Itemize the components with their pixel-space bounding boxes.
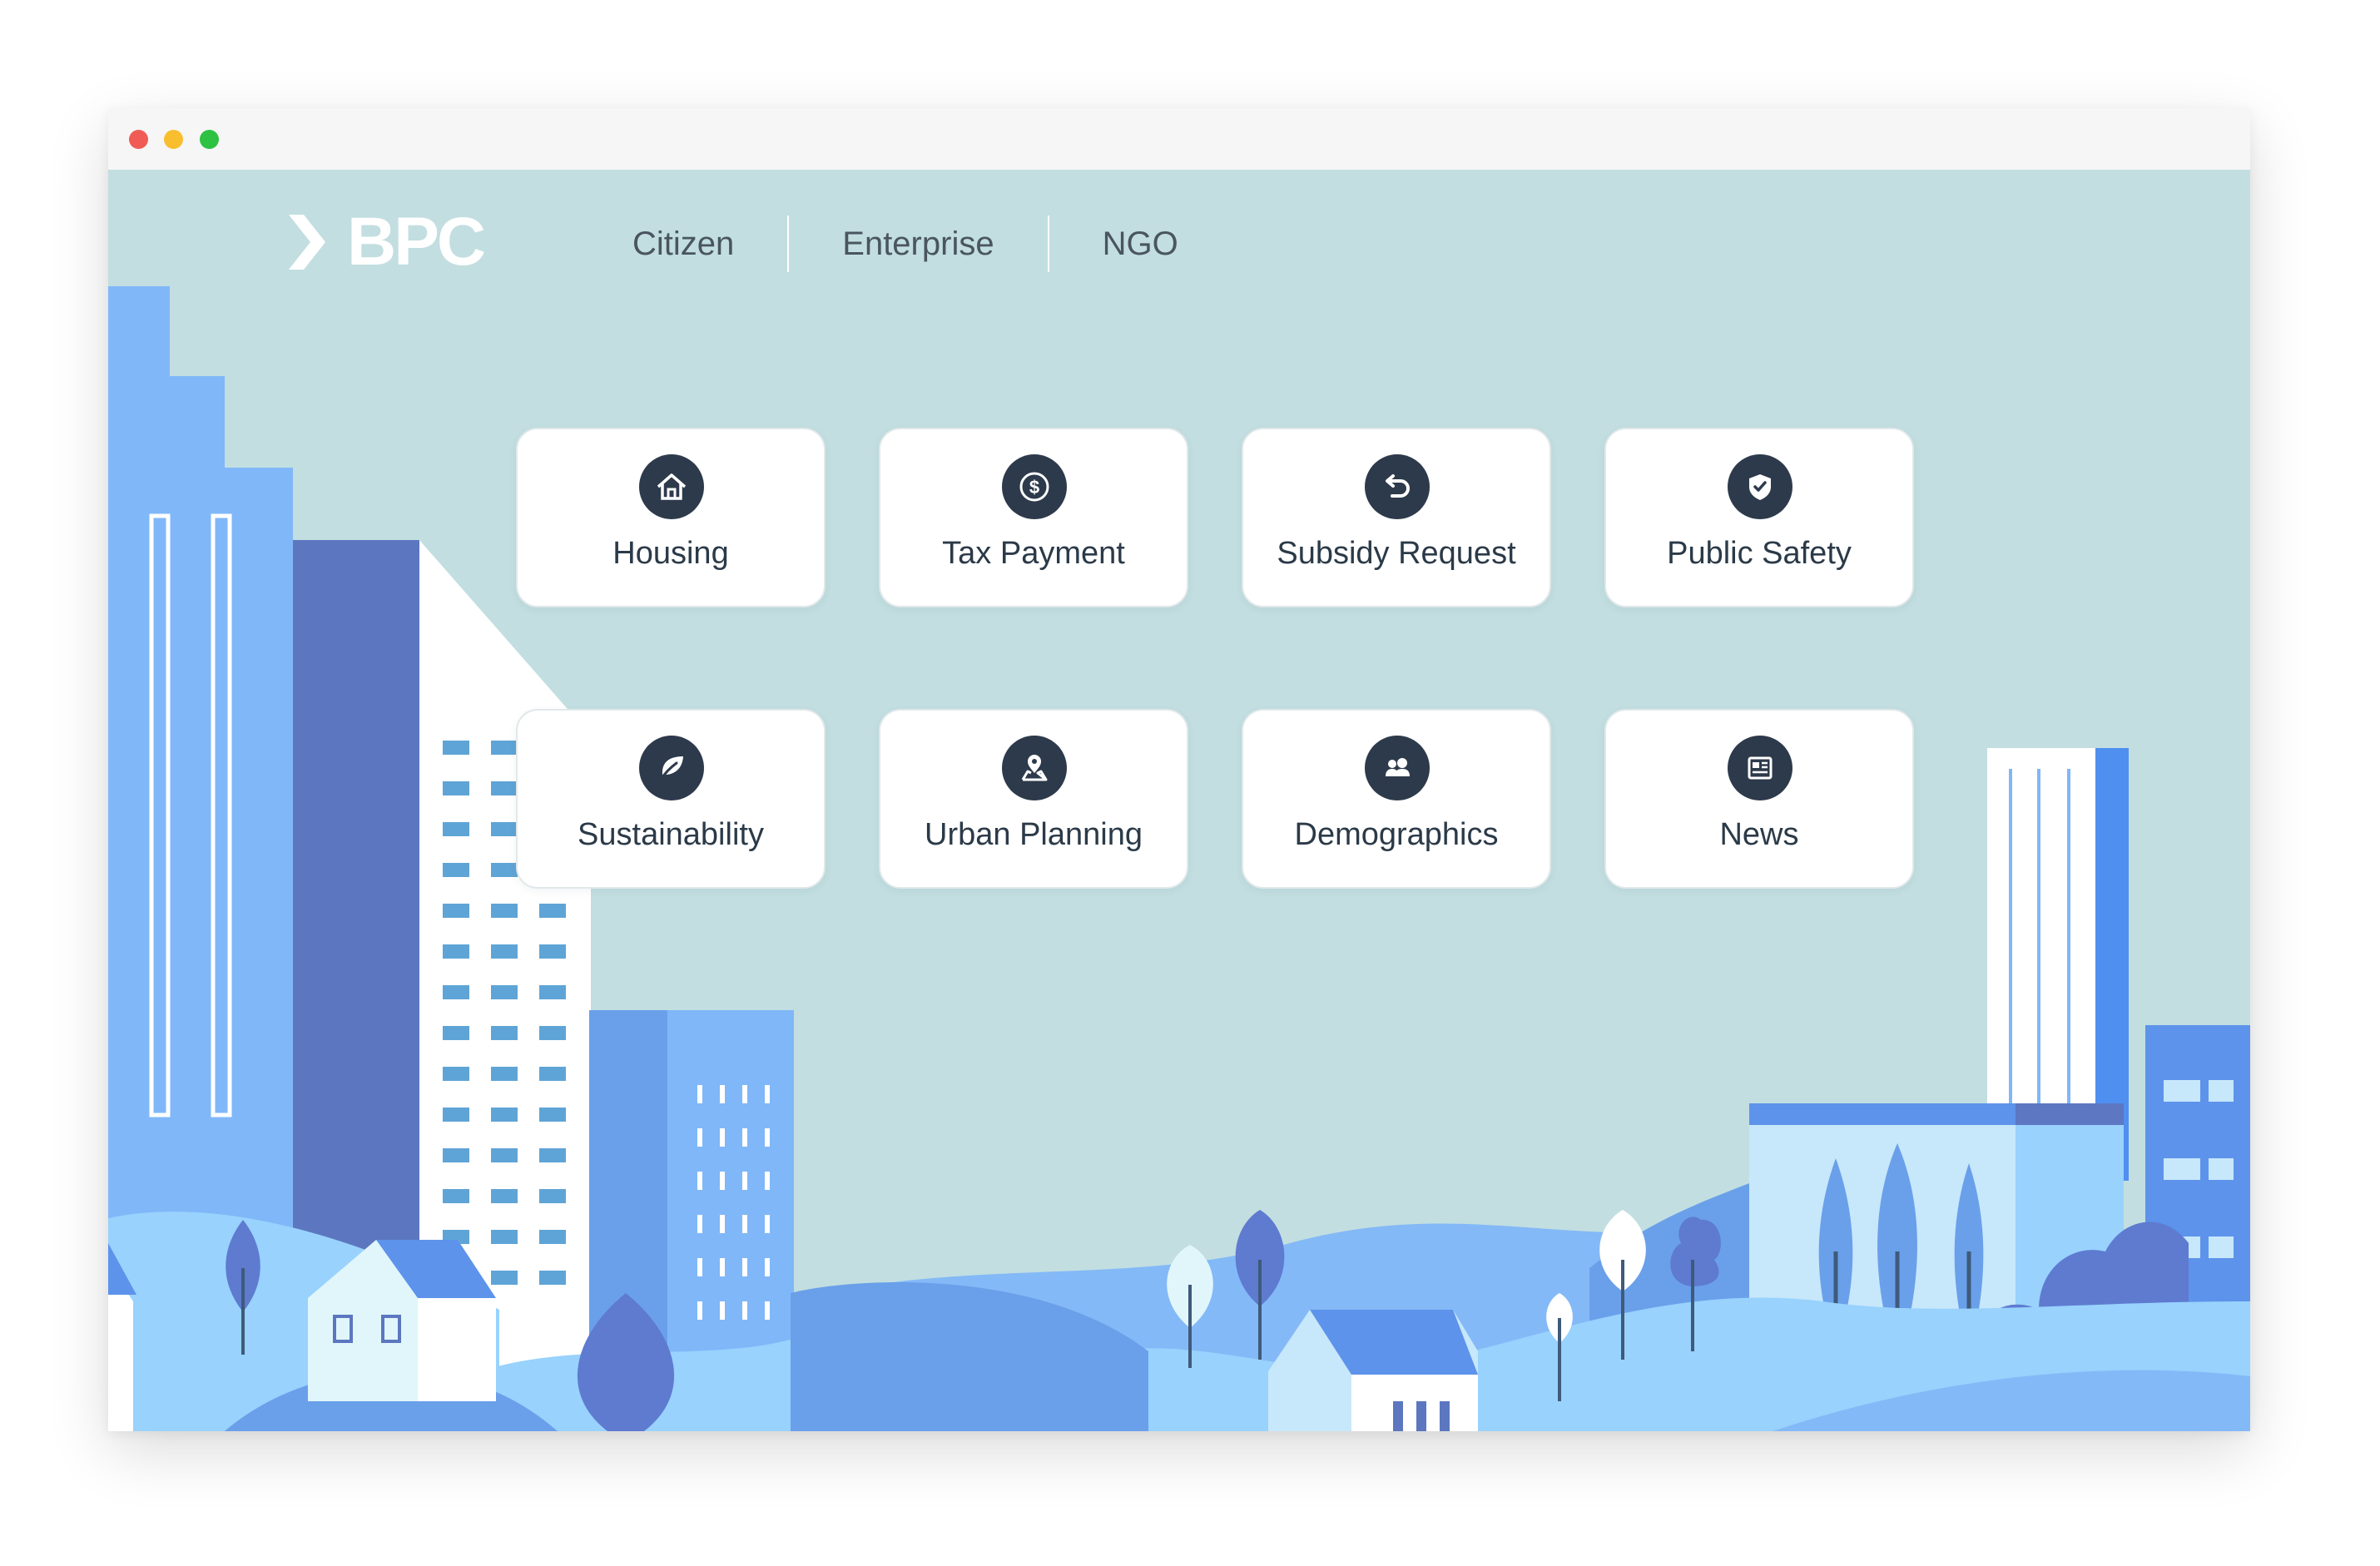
service-tile-public-safety[interactable]: Public Safety <box>1604 428 1914 607</box>
shield-check-icon <box>1728 454 1792 519</box>
svg-text:$: $ <box>1029 477 1039 498</box>
service-tile-subsidy-request[interactable]: Subsidy Request <box>1242 428 1551 607</box>
service-label: Housing <box>612 536 729 571</box>
browser-window: BPC Citizen Enterprise NGO Housing $ Tax… <box>108 108 2250 1431</box>
minimize-window-button[interactable] <box>164 130 183 149</box>
window-titlebar <box>108 108 2250 170</box>
close-window-button[interactable] <box>129 130 148 149</box>
service-label: Tax Payment <box>942 536 1125 571</box>
maximize-window-button[interactable] <box>200 130 219 149</box>
return-arrow-icon <box>1365 454 1430 519</box>
page-viewport: BPC Citizen Enterprise NGO Housing $ Tax… <box>108 170 2250 1431</box>
brand-logo[interactable]: BPC <box>287 204 486 280</box>
dollar-icon: $ <box>1002 454 1067 519</box>
leaf-icon <box>639 736 704 800</box>
service-label: News <box>1719 817 1799 852</box>
service-tile-urban-planning[interactable]: Urban Planning <box>879 709 1188 889</box>
nav-item-enterprise[interactable]: Enterprise <box>789 216 1047 272</box>
service-tile-sustainability[interactable]: Sustainability <box>516 709 826 889</box>
people-icon <box>1365 736 1430 800</box>
brand-name: BPC <box>347 204 486 280</box>
audience-nav: Citizen Enterprise NGO <box>632 216 1232 272</box>
chevron-right-icon <box>289 215 325 270</box>
service-label: Urban Planning <box>925 817 1143 852</box>
nav-item-ngo[interactable]: NGO <box>1049 216 1232 272</box>
service-tile-tax-payment[interactable]: $ Tax Payment <box>879 428 1188 607</box>
service-label: Subsidy Request <box>1277 536 1516 571</box>
service-tile-news[interactable]: News <box>1604 709 1914 889</box>
service-tile-housing[interactable]: Housing <box>516 428 826 607</box>
house-icon <box>639 454 704 519</box>
service-label: Public Safety <box>1667 536 1852 571</box>
nav-item-citizen[interactable]: Citizen <box>632 216 787 272</box>
service-label: Demographics <box>1294 817 1499 852</box>
map-pin-icon <box>1002 736 1067 800</box>
newspaper-icon <box>1728 736 1792 800</box>
service-tile-demographics[interactable]: Demographics <box>1242 709 1551 889</box>
service-label: Sustainability <box>578 817 764 852</box>
